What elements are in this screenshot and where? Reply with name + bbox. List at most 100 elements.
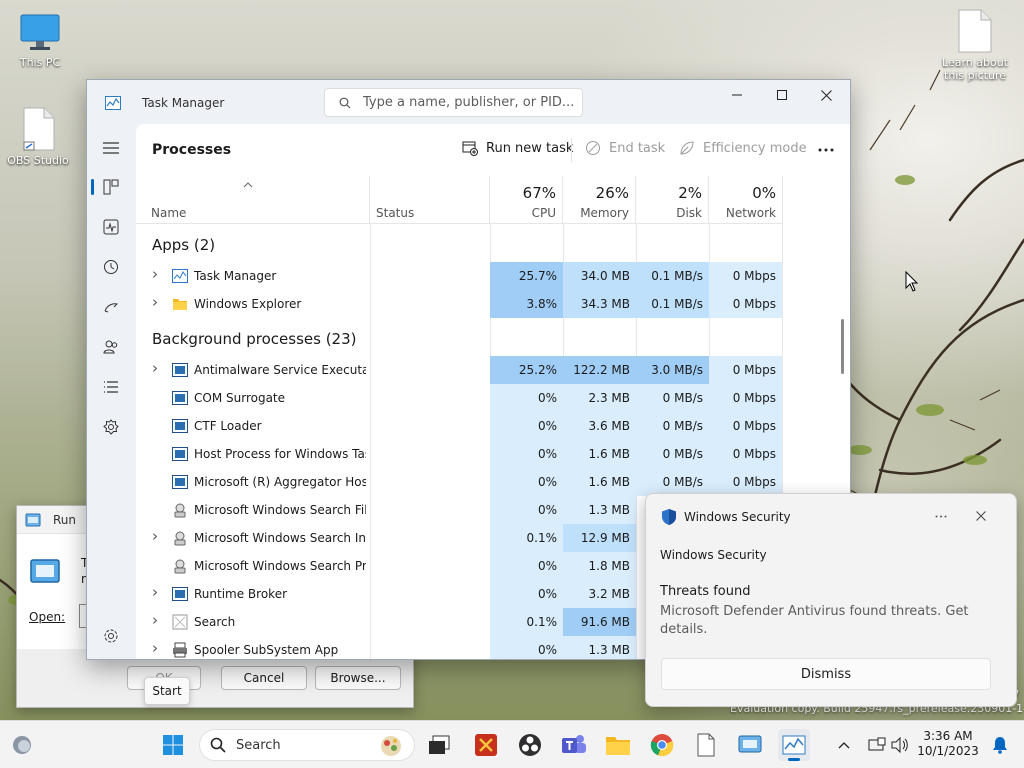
process-name: Microsoft Windows Search In... <box>194 531 366 545</box>
cpu-value: 3.8% <box>490 290 563 318</box>
nav-processes[interactable] <box>99 175 123 199</box>
expand-chevron-icon[interactable]: › <box>152 583 158 601</box>
vertical-scrollbar[interactable] <box>841 319 844 374</box>
desktop-icon-obs-studio[interactable]: OBS Studio <box>6 106 70 167</box>
taskbar-run[interactable] <box>734 729 766 761</box>
network-value: 0 Mbps <box>709 290 782 318</box>
users-icon <box>103 340 118 354</box>
nav-app-history[interactable] <box>99 255 123 279</box>
nav-startup-apps[interactable] <box>99 295 123 319</box>
notification-close-button[interactable] <box>969 506 993 526</box>
expand-chevron-icon[interactable]: › <box>152 611 158 629</box>
memory-total-percent: 26% <box>595 184 629 202</box>
windows-logo-icon <box>163 735 183 755</box>
more-options-button[interactable] <box>814 140 838 160</box>
memory-value: 1.6 MB <box>563 440 636 468</box>
taskbar-task-manager[interactable] <box>778 729 810 761</box>
taskbar-chrome[interactable] <box>646 729 678 761</box>
taskbar-search-box[interactable]: Search <box>199 729 415 761</box>
efficiency-leaf-icon <box>680 141 694 155</box>
maximize-button[interactable] <box>759 80 804 110</box>
process-row[interactable]: › Task Manager 25.7% 34.0 MB 0.1 MB/s 0 Mbps <box>136 262 783 290</box>
memory-value: 91.6 MB <box>563 608 636 636</box>
cpu-value: 0.1% <box>490 524 563 552</box>
efficiency-mode-button[interactable]: Efficiency mode <box>679 140 807 156</box>
nav-performance[interactable] <box>99 215 123 239</box>
minimize-button[interactable] <box>714 80 759 110</box>
desktop-icon-this-pc[interactable]: This PC <box>8 10 72 69</box>
taskbar-obs-studio[interactable] <box>514 729 546 761</box>
volume-icon <box>891 737 908 753</box>
history-icon <box>104 260 118 274</box>
memory-value: 34.3 MB <box>563 290 636 318</box>
process-name: Microsoft Windows Search Pr... <box>194 559 366 573</box>
cpu-value: 0% <box>490 440 563 468</box>
browse-button[interactable]: Browse... <box>315 666 401 690</box>
dismiss-button[interactable]: Dismiss <box>661 658 991 690</box>
start-button[interactable] <box>157 729 189 761</box>
network-value: 0 Mbps <box>709 262 782 290</box>
search-box[interactable]: Type a name, publisher, or PID... <box>324 88 583 117</box>
page-title: Processes <box>152 142 232 158</box>
process-row[interactable]: Host Process for Windows Tasks 0% 1.6 MB 0 … <box>136 440 783 468</box>
process-row[interactable]: COM Surrogate 0% 2.3 MB 0 MB/s 0 Mbps <box>136 384 783 412</box>
cpu-column-header[interactable]: 67% CPU <box>490 176 563 224</box>
process-icon <box>173 299 187 310</box>
memory-column-header[interactable]: 26% Memory <box>563 176 636 224</box>
network-column-label: Network <box>725 206 776 220</box>
process-row[interactable]: › Antimalware Service Executable 25.2%122.… <box>136 356 783 384</box>
start-tooltip: Start <box>144 677 190 705</box>
name-column-header[interactable]: Name <box>136 176 370 224</box>
process-row[interactable]: CTF Loader 0% 3.6 MB 0 MB/s 0 Mbps <box>136 412 783 440</box>
search-placeholder: Type a name, publisher, or PID... <box>363 95 575 110</box>
disk-value: 0 MB/s <box>636 440 709 468</box>
disk-column-header[interactable]: 2% Disk <box>636 176 709 224</box>
network-column-header[interactable]: 0% Network <box>709 176 783 224</box>
expand-chevron-icon[interactable]: › <box>152 265 158 283</box>
run-large-icon <box>30 559 60 583</box>
notification-more-button[interactable] <box>929 506 953 526</box>
process-name: Spooler SubSystem App <box>194 643 339 657</box>
process-row[interactable]: Microsoft (R) Aggregator Host 0% 1.6 MB 0 M… <box>136 468 783 496</box>
cancel-button[interactable]: Cancel <box>221 666 307 690</box>
expand-chevron-icon[interactable]: › <box>152 639 158 657</box>
taskbar-task-view[interactable] <box>423 729 455 761</box>
close-button[interactable] <box>804 80 849 110</box>
efficiency-mode-label: Efficiency mode <box>703 140 807 156</box>
network-total-percent: 0% <box>752 184 776 202</box>
memory-value: 1.8 MB <box>563 552 636 580</box>
nav-details[interactable] <box>99 375 123 399</box>
process-row[interactable]: › Windows Explorer 3.8% 34.3 MB 0.1 MB/s 0 Mb… <box>136 290 783 318</box>
hamburger-menu-button[interactable] <box>99 136 123 160</box>
security-notification[interactable]: Windows Security Windows Security Threat… <box>645 493 1017 707</box>
clock[interactable]: 3:36 AM 10/1/2023 <box>915 729 981 761</box>
disk-value: 0.1 MB/s <box>636 290 709 318</box>
taskbar-app-tool[interactable] <box>470 729 502 761</box>
notification-center-button[interactable] <box>984 729 1016 761</box>
process-name: Microsoft Windows Search Filt... <box>194 503 366 517</box>
nav-users[interactable] <box>99 335 123 359</box>
status-column-header[interactable]: Status <box>370 176 490 224</box>
task-manager-titlebar[interactable]: Task Manager Type a name, publisher, or … <box>87 80 850 124</box>
run-new-task-button[interactable]: Run new task <box>462 140 573 156</box>
expand-chevron-icon[interactable]: › <box>152 293 158 311</box>
process-icon <box>172 391 188 405</box>
end-task-button[interactable]: End task <box>585 140 665 156</box>
nav-services[interactable] <box>99 415 123 439</box>
process-name: Antimalware Service Executable <box>194 363 366 377</box>
desktop-icon-learn-about-picture[interactable]: Learn about this picture <box>940 8 1010 82</box>
process-icon <box>172 269 188 283</box>
show-hidden-icons-button[interactable] <box>828 729 860 761</box>
cpu-value: 0% <box>490 636 563 659</box>
task-manager-icon <box>782 735 806 755</box>
taskbar-file-explorer[interactable] <box>602 729 634 761</box>
nav-settings[interactable] <box>99 624 123 648</box>
expand-chevron-icon[interactable]: › <box>152 359 158 377</box>
taskbar-teams[interactable] <box>558 729 590 761</box>
run-icon <box>25 513 41 526</box>
cpu-value: 25.7% <box>490 262 563 290</box>
widgets-button[interactable] <box>6 729 38 761</box>
volume-button[interactable] <box>884 729 916 761</box>
expand-chevron-icon[interactable]: › <box>152 527 158 545</box>
taskbar-notepad[interactable] <box>690 729 722 761</box>
